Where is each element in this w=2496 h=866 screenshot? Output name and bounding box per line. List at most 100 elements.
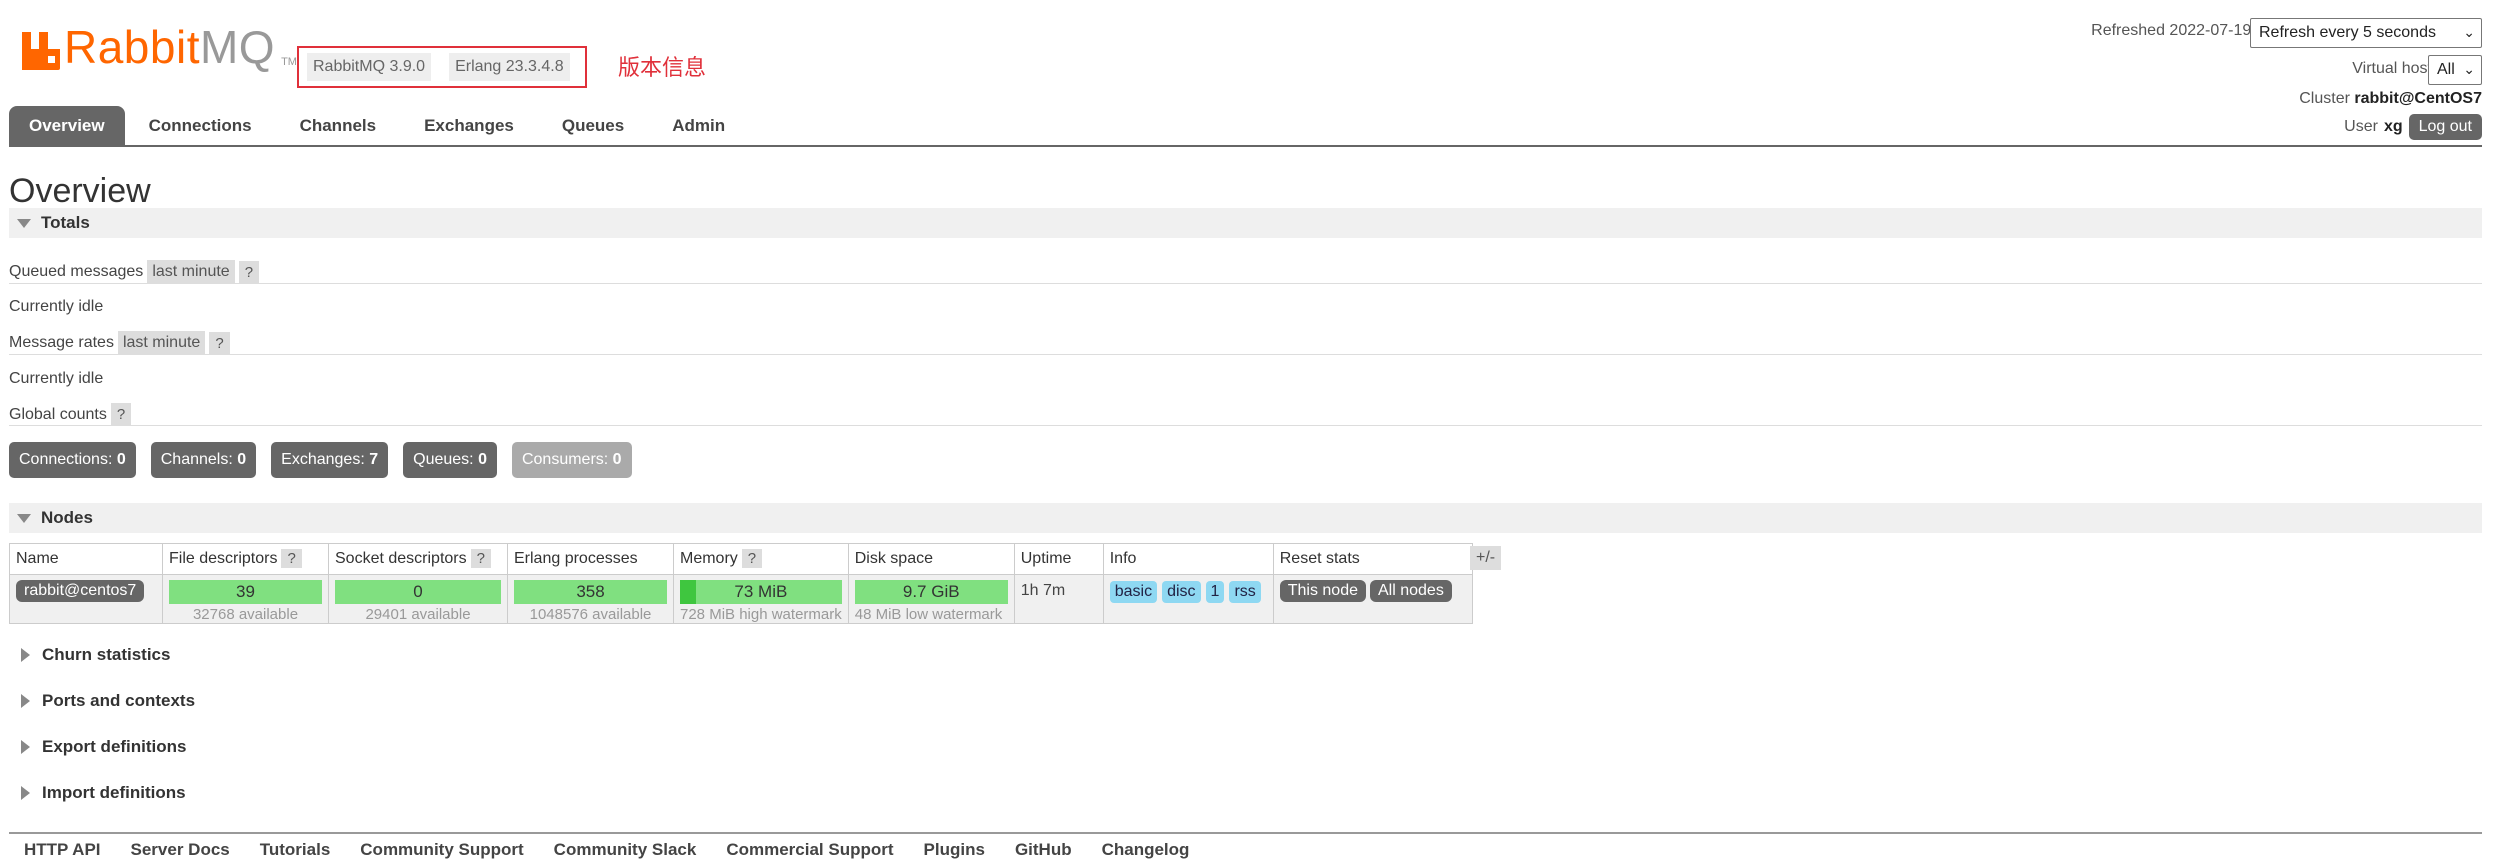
rates-help-button[interactable]: ? [209, 331, 230, 355]
col-socket-descriptors-label: Socket descriptors [335, 550, 467, 567]
col-file-descriptors-label: File descriptors [169, 550, 278, 567]
caret-right-icon [21, 740, 30, 754]
global-counts-help-button[interactable]: ? [110, 403, 132, 426]
churn-statistics-section[interactable]: Churn statistics [9, 645, 170, 665]
nodes-section-header[interactable]: Nodes [9, 503, 2482, 533]
reset-all-nodes-button[interactable]: All nodes [1370, 580, 1452, 602]
cluster-name: rabbit@CentOS7 [2354, 90, 2482, 107]
queues-count-value: 0 [478, 451, 487, 468]
global-counts-label: Global counts [9, 405, 107, 423]
memory-bar-fill [680, 580, 697, 604]
file-descriptors-available: 32768 available [192, 606, 299, 623]
logo-text-rabbit: Rabbit [64, 21, 200, 73]
exchanges-count-button[interactable]: Exchanges: 7 [271, 442, 389, 478]
totals-heading: Totals [41, 213, 90, 232]
queued-messages-row: Queued messages last minute ? [9, 260, 260, 284]
tab-channels[interactable]: Channels [276, 106, 401, 146]
channels-count-label: Channels: [160, 451, 233, 468]
consumers-count-label: Consumers: [521, 451, 609, 468]
chevron-down-icon: ⌄ [2463, 61, 2475, 77]
divider [9, 283, 2482, 284]
node-name-link[interactable]: rabbit@centos7 [16, 580, 145, 602]
page-title: Overview [9, 172, 151, 210]
tab-divider [9, 145, 2482, 147]
info-tag: 1 [1205, 581, 1225, 603]
divider [9, 354, 2482, 355]
connections-count-value: 0 [116, 451, 126, 468]
logo-tm: TM [281, 56, 297, 68]
import-definitions-section[interactable]: Import definitions [9, 783, 186, 803]
nodes-heading: Nodes [41, 508, 93, 527]
queued-range-selector[interactable]: last minute [147, 260, 235, 284]
churn-statistics-heading: Churn statistics [42, 645, 171, 664]
consumers-count-button[interactable]: Consumers: 0 [511, 442, 632, 478]
export-definitions-section[interactable]: Export definitions [9, 737, 187, 757]
nodes-table: Name File descriptors? Socket descriptor… [9, 543, 1473, 624]
virtual-host-label: Virtual host [2352, 60, 2432, 77]
refresh-interval-select[interactable]: Refresh every 5 seconds ⌄ [2250, 18, 2482, 48]
ports-and-contexts-heading: Ports and contexts [42, 691, 196, 710]
fd-help-button[interactable]: ? [281, 549, 302, 568]
export-definitions-heading: Export definitions [42, 737, 187, 756]
import-definitions-heading: Import definitions [42, 783, 186, 802]
chevron-down-icon: ⌄ [2463, 24, 2475, 40]
footer-link-github[interactable]: GitHub [1015, 840, 1072, 860]
footer-divider [9, 832, 2482, 834]
cluster-info: Cluster rabbit@CentOS7 [2299, 90, 2482, 108]
footer-link-commercial-support[interactable]: Commercial Support [726, 840, 893, 860]
footer-link-tutorials[interactable]: Tutorials [260, 840, 331, 860]
queued-help-button[interactable]: ? [238, 260, 260, 284]
column-toggle-button[interactable]: +/- [1470, 546, 1502, 570]
rabbitmq-logo[interactable]: RabbitMQ TM [22, 24, 297, 70]
footer-link-community-support[interactable]: Community Support [360, 840, 523, 860]
col-uptime: Uptime [1014, 543, 1104, 575]
tab-connections[interactable]: Connections [125, 106, 276, 146]
rabbitmq-version: RabbitMQ 3.9.0 [307, 53, 432, 81]
erlang-processes-available: 1048576 available [529, 606, 652, 623]
caret-down-icon [17, 218, 31, 228]
connections-count-label: Connections: [19, 451, 113, 468]
rabbitmq-logo-icon [22, 32, 60, 70]
footer-links: HTTP API Server Docs Tutorials Community… [24, 840, 1189, 860]
col-info: Info [1103, 543, 1274, 575]
footer-link-community-slack[interactable]: Community Slack [554, 840, 697, 860]
channels-count-button[interactable]: Channels: 0 [150, 442, 257, 478]
footer-link-http-api[interactable]: HTTP API [24, 840, 101, 860]
totals-section-header[interactable]: Totals [9, 208, 2482, 238]
footer-link-plugins[interactable]: Plugins [924, 840, 985, 860]
col-memory: Memory? [673, 543, 849, 575]
info-tag: disc [1162, 581, 1201, 603]
queues-count-label: Queues: [413, 451, 474, 468]
memory-watermark: 728 MiB high watermark [680, 606, 842, 623]
memory-help-button[interactable]: ? [741, 549, 763, 568]
refresh-interval-value: Refresh every 5 seconds [2259, 24, 2436, 41]
info-tag: basic [1109, 581, 1158, 603]
tab-queues[interactable]: Queues [538, 106, 648, 146]
consumers-count-value: 0 [612, 451, 622, 468]
queues-count-button[interactable]: Queues: 0 [403, 442, 497, 478]
sd-help-button[interactable]: ? [470, 549, 491, 568]
uptime-value: 1h 7m [1020, 582, 1066, 599]
caret-right-icon [21, 648, 30, 662]
footer-link-changelog[interactable]: Changelog [1102, 840, 1190, 860]
channels-count-value: 0 [237, 451, 247, 468]
message-rates-label: Message rates [9, 334, 114, 351]
ports-and-contexts-section[interactable]: Ports and contexts [9, 691, 195, 711]
tab-admin[interactable]: Admin [648, 106, 749, 146]
reset-this-node-button[interactable]: This node [1279, 580, 1366, 602]
connections-count-button[interactable]: Connections: 0 [9, 442, 136, 478]
info-tag: rss [1229, 581, 1261, 603]
footer-link-server-docs[interactable]: Server Docs [131, 840, 230, 860]
exchanges-count-label: Exchanges: [281, 451, 365, 468]
message-rates-row: Message rates last minute ? [9, 331, 230, 355]
tab-overview[interactable]: Overview [9, 106, 125, 146]
tab-exchanges[interactable]: Exchanges [400, 106, 538, 146]
user-label: User [2344, 118, 2378, 135]
logout-button[interactable]: Log out [2408, 114, 2482, 140]
socket-descriptors-available: 29401 available [365, 606, 471, 623]
virtual-host-select[interactable]: All ⌄ [2428, 55, 2482, 85]
virtual-host-value: All [2437, 61, 2455, 78]
disk-watermark: 48 MiB low watermark [854, 606, 1003, 623]
rates-range-selector[interactable]: last minute [117, 331, 206, 355]
col-file-descriptors: File descriptors? [162, 543, 329, 575]
